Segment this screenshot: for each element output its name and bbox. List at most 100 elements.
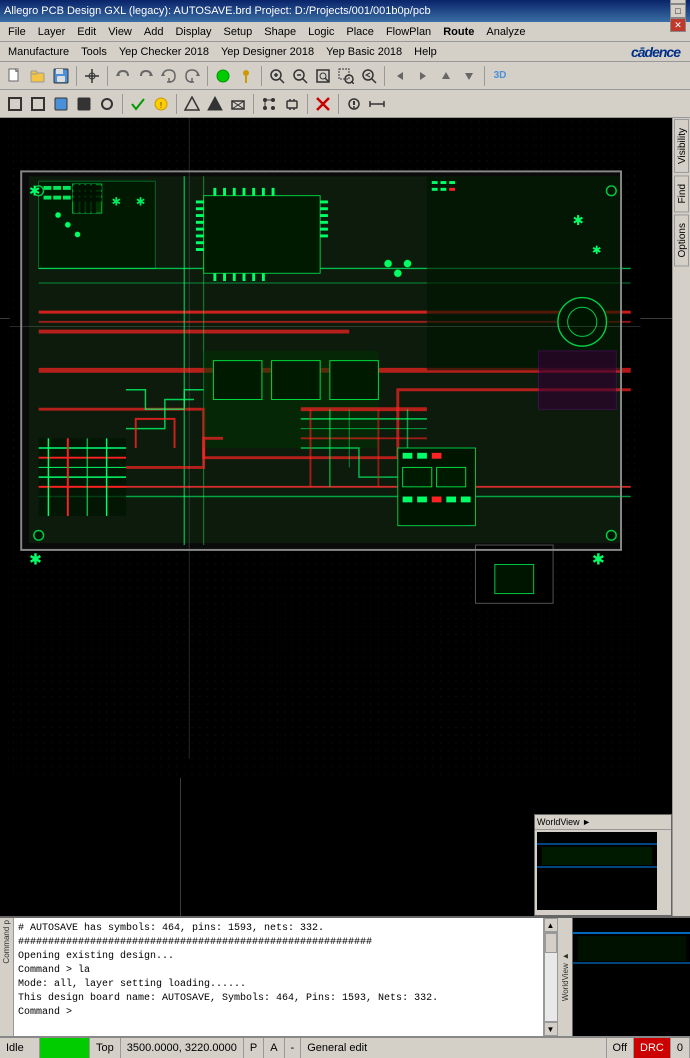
pan-up-button[interactable]: [435, 65, 457, 87]
worldview-title: WorldView ►: [535, 815, 671, 830]
menu-analyze[interactable]: Analyze: [480, 24, 531, 40]
keepout-button[interactable]: [27, 93, 49, 115]
separator4: [261, 66, 262, 86]
close-button[interactable]: ✕: [670, 18, 686, 32]
menu-yep-checker[interactable]: Yep Checker 2018: [113, 44, 215, 60]
command-label: Command p: [2, 920, 11, 964]
sel-comp-button[interactable]: [281, 93, 303, 115]
svg-text:✱: ✱: [592, 244, 602, 257]
via-button[interactable]: [96, 93, 118, 115]
3d-button[interactable]: 3D: [489, 65, 511, 87]
pin-button[interactable]: [235, 65, 257, 87]
new-button[interactable]: [4, 65, 26, 87]
menu-setup[interactable]: Setup: [218, 24, 259, 40]
worldview-bottom-canvas[interactable]: [572, 918, 690, 1036]
menu-route[interactable]: Route: [437, 24, 480, 40]
outline-button[interactable]: [4, 93, 26, 115]
zoom-out-button[interactable]: [289, 65, 311, 87]
cutout-button[interactable]: [227, 93, 249, 115]
main-area: ✱ ✱: [0, 118, 690, 916]
separator10: [307, 94, 308, 114]
redo2-button[interactable]: [181, 65, 203, 87]
zoom-fit-button[interactable]: [312, 65, 334, 87]
svg-text:✱: ✱: [29, 551, 42, 568]
snap-button[interactable]: [81, 65, 103, 87]
svg-text:✱: ✱: [111, 195, 121, 208]
svg-text:✱: ✱: [573, 213, 584, 228]
drc-run-button[interactable]: !: [150, 93, 172, 115]
undo-button[interactable]: [112, 65, 134, 87]
pan-left-button[interactable]: [389, 65, 411, 87]
scroll-down-arrow[interactable]: ▼: [544, 1022, 558, 1036]
separator8: [176, 94, 177, 114]
worldview-canvas[interactable]: [537, 832, 657, 910]
open-button[interactable]: [27, 65, 49, 87]
status-drc[interactable]: DRC: [634, 1038, 671, 1058]
menu-shape[interactable]: Shape: [258, 24, 302, 40]
delete-button[interactable]: [312, 93, 334, 115]
title-text: Allegro PCB Design GXL (legacy): AUTOSAV…: [4, 5, 431, 17]
console-left-panel: Command p: [0, 918, 14, 1036]
fill-button[interactable]: [204, 93, 226, 115]
measure-button[interactable]: [366, 93, 388, 115]
status-a[interactable]: A: [264, 1038, 284, 1058]
scroll-up-arrow[interactable]: ▲: [544, 918, 558, 932]
menu-display[interactable]: Display: [169, 24, 217, 40]
check-button[interactable]: [127, 93, 149, 115]
find-tab[interactable]: Find: [674, 175, 689, 212]
status-p[interactable]: P: [244, 1038, 264, 1058]
route-button[interactable]: [50, 93, 72, 115]
pan-right-button[interactable]: [412, 65, 434, 87]
menu-layer[interactable]: Layer: [32, 24, 72, 40]
menu-bar: File Layer Edit View Add Display Setup S…: [0, 22, 690, 42]
worldview-container: WorldView ►: [534, 814, 672, 916]
menu-help[interactable]: Help: [408, 44, 443, 60]
maximize-button[interactable]: □: [670, 4, 686, 18]
console-scrollbar[interactable]: ▲ ▼: [543, 918, 557, 1036]
menu-add[interactable]: Add: [138, 24, 170, 40]
undo2-button[interactable]: [158, 65, 180, 87]
menu-yep-basic[interactable]: Yep Basic 2018: [320, 44, 408, 60]
sel-net-button[interactable]: [258, 93, 280, 115]
pcb-area[interactable]: ✱ ✱: [0, 118, 672, 916]
save-button[interactable]: [50, 65, 72, 87]
visibility-tab[interactable]: Visibility: [674, 119, 689, 173]
worldview-label: WorldView ►: [537, 817, 591, 827]
zoom-sel-button[interactable]: [335, 65, 357, 87]
menu-manufacture[interactable]: Manufacture: [2, 44, 75, 60]
title-controls: ─ □ ✕: [670, 0, 686, 32]
menu-edit[interactable]: Edit: [71, 24, 102, 40]
status-dash: -: [285, 1038, 302, 1058]
scroll-track[interactable]: [544, 932, 558, 1022]
toolbar1: 3D: [0, 62, 690, 90]
toolbar2: !: [0, 90, 690, 118]
status-off[interactable]: Off: [607, 1038, 634, 1058]
separator2: [107, 66, 108, 86]
title-bar: Allegro PCB Design GXL (legacy): AUTOSAV…: [0, 0, 690, 22]
menu-flowplan[interactable]: FlowPlan: [380, 24, 437, 40]
prop-button[interactable]: [343, 93, 365, 115]
redo-button[interactable]: [135, 65, 157, 87]
pcb-board-svg[interactable]: ✱ ✱: [0, 118, 650, 778]
menu-view[interactable]: View: [102, 24, 138, 40]
menu-yep-designer[interactable]: Yep Designer 2018: [215, 44, 320, 60]
shape-button[interactable]: [181, 93, 203, 115]
svg-text:✱: ✱: [136, 195, 146, 208]
console-output[interactable]: # AUTOSAVE has symbols: 464, pins: 1593,…: [14, 918, 543, 1036]
console-worldview-panel: WorldView ►: [557, 918, 572, 1036]
status-coords: 3500.0000, 3220.0000: [121, 1038, 244, 1058]
zoom-in-button[interactable]: [266, 65, 288, 87]
menu-logic[interactable]: Logic: [302, 24, 340, 40]
separator5: [384, 66, 385, 86]
zoom-prev-button[interactable]: [358, 65, 380, 87]
menu-place[interactable]: Place: [340, 24, 380, 40]
menu-file[interactable]: File: [2, 24, 32, 40]
trace-button[interactable]: [73, 93, 95, 115]
scroll-thumb[interactable]: [545, 933, 557, 953]
ratsnest-button[interactable]: [212, 65, 234, 87]
pan-down-button[interactable]: [458, 65, 480, 87]
status-green-indicator: [40, 1038, 90, 1058]
menu-tools[interactable]: Tools: [75, 44, 113, 60]
separator9: [253, 94, 254, 114]
options-tab[interactable]: Options: [674, 214, 689, 266]
